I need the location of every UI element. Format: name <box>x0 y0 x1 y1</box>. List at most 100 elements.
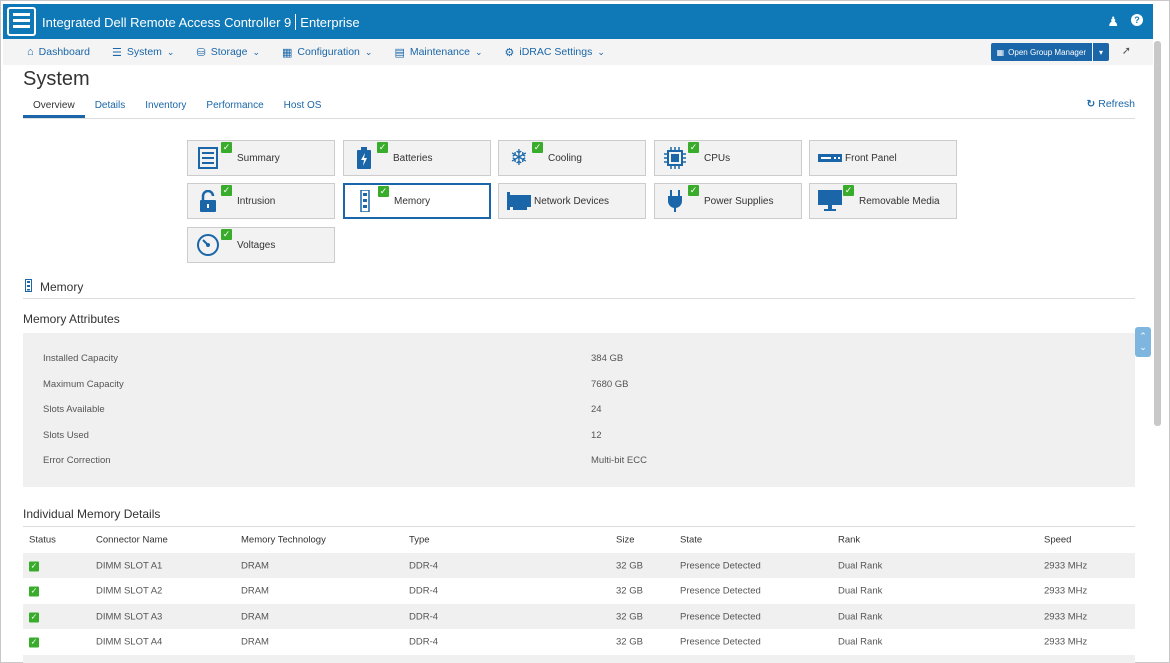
memory-size: 32 GB <box>616 636 643 647</box>
memory-technology: DRAM <box>241 560 269 571</box>
memory-attributes-panel: Installed Capacity 384 GB Maximum Capaci… <box>23 333 1135 487</box>
open-group-manager-label: Open Group Manager <box>1008 47 1086 57</box>
memory-icon <box>25 279 32 295</box>
tile-removable-media[interactable]: ✓ Removable Media <box>809 183 957 219</box>
tile-memory[interactable]: ✓ Memory <box>343 183 491 219</box>
tile-cooling[interactable]: ❄ ✓ Cooling <box>498 140 646 176</box>
status-ok-icon: ✓ <box>377 142 388 153</box>
status-ok-icon: ✓ <box>378 186 389 197</box>
memory-rank: Dual Rank <box>838 560 883 571</box>
status-ok-icon: ✓ <box>532 142 543 153</box>
page-scrollbar[interactable] <box>1154 41 1161 426</box>
nav-maintenance-label: Maintenance <box>409 46 470 58</box>
memory-icon <box>353 189 377 213</box>
memory-type: DDR-4 <box>409 585 439 596</box>
column-header[interactable]: State <box>680 535 702 546</box>
table-row[interactable]: ✓ DIMM SLOT A4 DRAM DDR-4 32 GB Presence… <box>23 629 1135 654</box>
tile-intrusion[interactable]: ✓ Intrusion <box>187 183 335 219</box>
nav-maintenance[interactable]: ▤ Maintenance ⌄ <box>394 46 482 59</box>
config-icon: ▦ <box>282 46 293 59</box>
memory-speed: 2933 MHz <box>1044 585 1088 596</box>
memory-state: Presence Detected <box>680 585 761 596</box>
chevron-up-icon[interactable]: ⌃ <box>1139 331 1147 342</box>
memory-rank: Dual Rank <box>838 636 883 647</box>
tile-voltages[interactable]: ✓ Voltages <box>187 227 335 263</box>
nav-configuration-label: Configuration <box>297 46 360 58</box>
column-header[interactable]: Status <box>29 535 56 546</box>
memory-table-header: Status Connector Name Memory Technology … <box>23 529 1135 551</box>
column-header[interactable]: Speed <box>1044 535 1071 546</box>
table-row[interactable]: ✓ DIMM SLOT A1 DRAM DDR-4 32 GB Presence… <box>23 553 1135 578</box>
tile-network-devices[interactable]: Network Devices <box>498 183 646 219</box>
memory-type: DDR-4 <box>409 611 439 622</box>
tile-summary[interactable]: ✓ Summary <box>187 140 335 176</box>
tab-host-os[interactable]: Host OS <box>274 100 332 118</box>
front-panel-icon <box>818 146 842 170</box>
lock-icon <box>196 189 220 213</box>
nav-system-label: System <box>126 46 162 58</box>
battery-icon <box>352 146 376 170</box>
column-header[interactable]: Memory Technology <box>241 535 326 546</box>
tile-cpus[interactable]: ✓ CPUs <box>654 140 802 176</box>
nav-storage[interactable]: ⛁ Storage ⌄ <box>196 46 260 59</box>
connector-name: DIMM SLOT A4 <box>96 636 163 647</box>
memory-technology: DRAM <box>241 585 269 596</box>
table-row[interactable]: ✓ DIMM SLOT A2 DRAM DDR-4 32 GB Presence… <box>23 578 1135 603</box>
tab-performance[interactable]: Performance <box>196 100 273 118</box>
refresh-label: Refresh <box>1098 98 1135 110</box>
status-ok-icon: ✓ <box>29 612 39 622</box>
column-header[interactable]: Connector Name <box>96 535 168 546</box>
tab-overview[interactable]: Overview <box>23 100 85 118</box>
tile-voltages-label: Voltages <box>237 239 276 251</box>
memory-size: 32 GB <box>616 560 643 571</box>
chevron-down-icon: ⌄ <box>166 46 175 57</box>
memory-details-title: Individual Memory Details <box>23 507 161 521</box>
attr-label: Maximum Capacity <box>43 379 124 390</box>
nav-system[interactable]: ☰ System ⌄ <box>112 46 174 59</box>
attr-value: 7680 GB <box>591 379 629 390</box>
scroll-buttons[interactable]: ⌃ ⌄ <box>1135 327 1151 357</box>
memory-type: DDR-4 <box>409 636 439 647</box>
tab-details[interactable]: Details <box>85 100 136 118</box>
open-group-manager-button[interactable]: ▦ Open Group Manager <box>990 43 1092 61</box>
group-manager-icon: ▦ <box>996 47 1005 57</box>
table-row[interactable]: ✓ DIMM SLOT A3 DRAM DDR-4 32 GB Presence… <box>23 604 1135 629</box>
settings-icon: ⚙ <box>504 46 515 59</box>
title-bar: Integrated Dell Remote Access Controller… <box>3 4 1153 39</box>
nav-idrac-settings[interactable]: ⚙ iDRAC Settings ⌄ <box>505 46 605 59</box>
memory-attributes-title: Memory Attributes <box>23 312 120 326</box>
column-header[interactable]: Size <box>616 535 634 546</box>
help-icon[interactable]: ? <box>1131 13 1143 26</box>
tile-memory-label: Memory <box>394 195 431 207</box>
tab-inventory[interactable]: Inventory <box>135 100 196 118</box>
group-manager-dropdown-button[interactable]: ▾ <box>1093 43 1109 61</box>
home-icon: ⌂ <box>27 46 34 58</box>
memory-technology: DRAM <box>241 636 269 647</box>
nav-configuration[interactable]: ▦ Configuration ⌄ <box>282 46 372 59</box>
pin-icon[interactable]: ➚ <box>1122 44 1131 57</box>
status-ok-icon: ✓ <box>221 185 232 196</box>
memory-size: 32 GB <box>616 611 643 622</box>
user-icon[interactable]: ♟ <box>1107 14 1119 30</box>
tile-batteries[interactable]: ✓ Batteries <box>343 140 491 176</box>
tile-power-supplies[interactable]: ✓ Power Supplies <box>654 183 802 219</box>
chevron-down-icon[interactable]: ⌄ <box>1139 342 1147 353</box>
attr-value: 12 <box>591 430 602 441</box>
plug-icon <box>663 189 687 213</box>
table-row[interactable] <box>23 655 1135 663</box>
connector-name: DIMM SLOT A1 <box>96 560 163 571</box>
nav-dashboard[interactable]: ⌂ Dashboard <box>27 46 90 58</box>
tile-front-panel[interactable]: Front Panel <box>809 140 957 176</box>
idrac-logo-icon <box>7 7 36 36</box>
memory-state: Presence Detected <box>680 611 761 622</box>
tile-intrusion-label: Intrusion <box>237 195 276 207</box>
memory-state: Presence Detected <box>680 560 761 571</box>
memory-section-title: Memory <box>40 280 84 294</box>
memory-section-header: Memory <box>25 279 83 295</box>
refresh-icon: ↻ <box>1086 98 1096 110</box>
refresh-button[interactable]: ↻ Refresh <box>1087 98 1136 110</box>
tile-front-panel-label: Front Panel <box>845 152 897 164</box>
app-title: Integrated Dell Remote Access Controller… <box>42 13 360 30</box>
column-header[interactable]: Type <box>409 535 430 546</box>
column-header[interactable]: Rank <box>838 535 860 546</box>
